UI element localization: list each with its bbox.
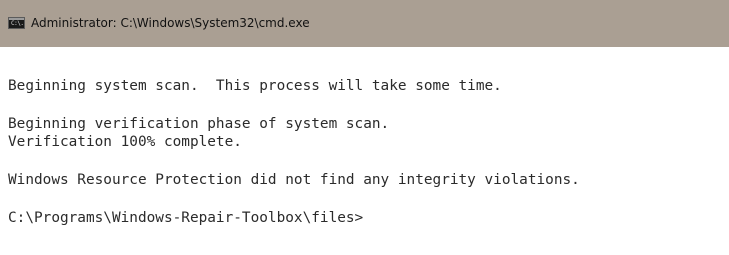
cmd-window: C:\. Administrator: C:\Windows\System32\…: [0, 0, 729, 255]
console-line: Beginning verification phase of system s…: [8, 116, 390, 132]
command-prompt[interactable]: C:\Programs\Windows-Repair-Toolbox\files…: [8, 209, 363, 227]
console-line: Windows Resource Protection did not find…: [8, 172, 580, 188]
console-output[interactable]: Beginning system scan. This process will…: [0, 47, 729, 255]
cmd-icon-glyph: C:\.: [11, 19, 24, 27]
console-line: Beginning system scan. This process will…: [8, 78, 502, 94]
console-line: Verification 100% complete.: [8, 134, 242, 150]
title-bar[interactable]: C:\. Administrator: C:\Windows\System32\…: [0, 0, 729, 47]
cmd-console-icon[interactable]: C:\.: [8, 16, 25, 29]
window-title: Administrator: C:\Windows\System32\cmd.e…: [31, 15, 310, 30]
